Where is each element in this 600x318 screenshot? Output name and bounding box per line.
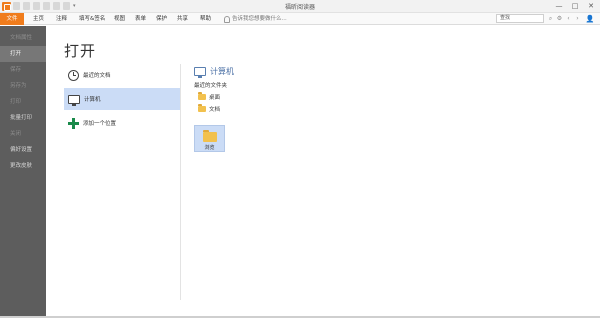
browse-button[interactable]: 浏览 bbox=[194, 125, 225, 152]
plus-icon bbox=[68, 117, 79, 129]
tell-me-box[interactable]: 告诉我您想要做什么... bbox=[224, 13, 287, 25]
sidebar-item-print[interactable]: 打印 bbox=[0, 94, 46, 110]
forward-icon[interactable]: › bbox=[574, 14, 581, 23]
place-add-location[interactable]: 添加一个位置 bbox=[64, 112, 180, 134]
ribbon-tabs: 文件 主页 注释 填写&签名 视图 表单 保护 共享 帮助 告诉我您想要做什么.… bbox=[0, 13, 600, 25]
sidebar-item-open[interactable]: 打开 bbox=[0, 46, 46, 62]
sidebar-item-save-as[interactable]: 另存为 bbox=[0, 78, 46, 94]
browse-label: 浏览 bbox=[204, 145, 215, 151]
tab-protect[interactable]: 保护 bbox=[152, 13, 171, 25]
back-icon[interactable]: ‹ bbox=[565, 14, 572, 23]
recent-folder-desktop[interactable]: 桌面 bbox=[198, 92, 220, 102]
clock-icon bbox=[68, 69, 79, 81]
tab-view[interactable]: 视图 bbox=[110, 13, 129, 25]
place-label: 添加一个位置 bbox=[83, 121, 117, 127]
tell-me-text: 告诉我您想要做什么... bbox=[232, 16, 287, 22]
backstage-sidebar: 文档属性 打开 保存 另存为 打印 批量打印 关闭 偏好设置 更改皮肤 bbox=[0, 26, 46, 318]
minimize-button[interactable]: — bbox=[552, 1, 566, 11]
search-tools: ⌕ ⚙ ‹ › bbox=[547, 14, 581, 23]
folder-label: 桌面 bbox=[209, 95, 221, 101]
search-icon[interactable]: ⌕ bbox=[547, 14, 554, 23]
place-label: 计算机 bbox=[84, 97, 101, 103]
place-recent-documents[interactable]: 最近的文档 bbox=[64, 64, 180, 86]
panel-header: 计算机 bbox=[194, 66, 234, 78]
sidebar-item-batch-print[interactable]: 批量打印 bbox=[0, 110, 46, 126]
sidebar-item-save[interactable]: 保存 bbox=[0, 62, 46, 78]
tab-share[interactable]: 共享 bbox=[173, 13, 192, 25]
tab-form[interactable]: 表单 bbox=[131, 13, 150, 25]
search-input[interactable]: 查找 bbox=[496, 14, 544, 23]
place-computer[interactable]: 计算机 bbox=[64, 88, 180, 110]
tab-help[interactable]: 帮助 bbox=[196, 13, 215, 25]
folder-icon bbox=[198, 104, 206, 112]
sidebar-item-close[interactable]: 关闭 bbox=[0, 126, 46, 142]
sidebar-item-properties[interactable]: 文档属性 bbox=[0, 30, 46, 46]
settings-icon[interactable]: ⚙ bbox=[556, 14, 563, 23]
title-bar: ▾ 福昕阅读器 — □ ✕ bbox=[0, 0, 600, 13]
monitor-icon bbox=[68, 94, 80, 106]
folder-open-icon bbox=[203, 130, 217, 142]
place-label: 最近的文档 bbox=[83, 73, 111, 79]
recent-folder-documents[interactable]: 文档 bbox=[198, 104, 220, 114]
user-icon[interactable]: 👤 bbox=[584, 14, 596, 24]
folder-label: 文档 bbox=[209, 107, 221, 113]
maximize-button[interactable]: □ bbox=[568, 1, 582, 11]
sidebar-item-change-skin[interactable]: 更改皮肤 bbox=[0, 158, 46, 174]
tab-fill-sign[interactable]: 填写&签名 bbox=[75, 13, 109, 25]
tab-comment[interactable]: 注释 bbox=[52, 13, 71, 25]
window-title: 福昕阅读器 bbox=[284, 4, 315, 11]
page-title: 打开 bbox=[64, 42, 97, 60]
lightbulb-icon bbox=[224, 15, 230, 23]
sidebar-item-preferences[interactable]: 偏好设置 bbox=[0, 142, 46, 158]
folder-icon bbox=[198, 92, 206, 100]
recent-folders-heading: 最近的文件夹 bbox=[194, 83, 228, 89]
tab-home[interactable]: 主页 bbox=[29, 13, 48, 25]
panel-title: 计算机 bbox=[210, 67, 234, 76]
window-controls: — □ ✕ bbox=[552, 1, 598, 11]
close-button[interactable]: ✕ bbox=[584, 1, 598, 11]
tab-file[interactable]: 文件 bbox=[0, 13, 24, 25]
panel-divider bbox=[180, 64, 181, 300]
monitor-icon bbox=[194, 67, 206, 78]
